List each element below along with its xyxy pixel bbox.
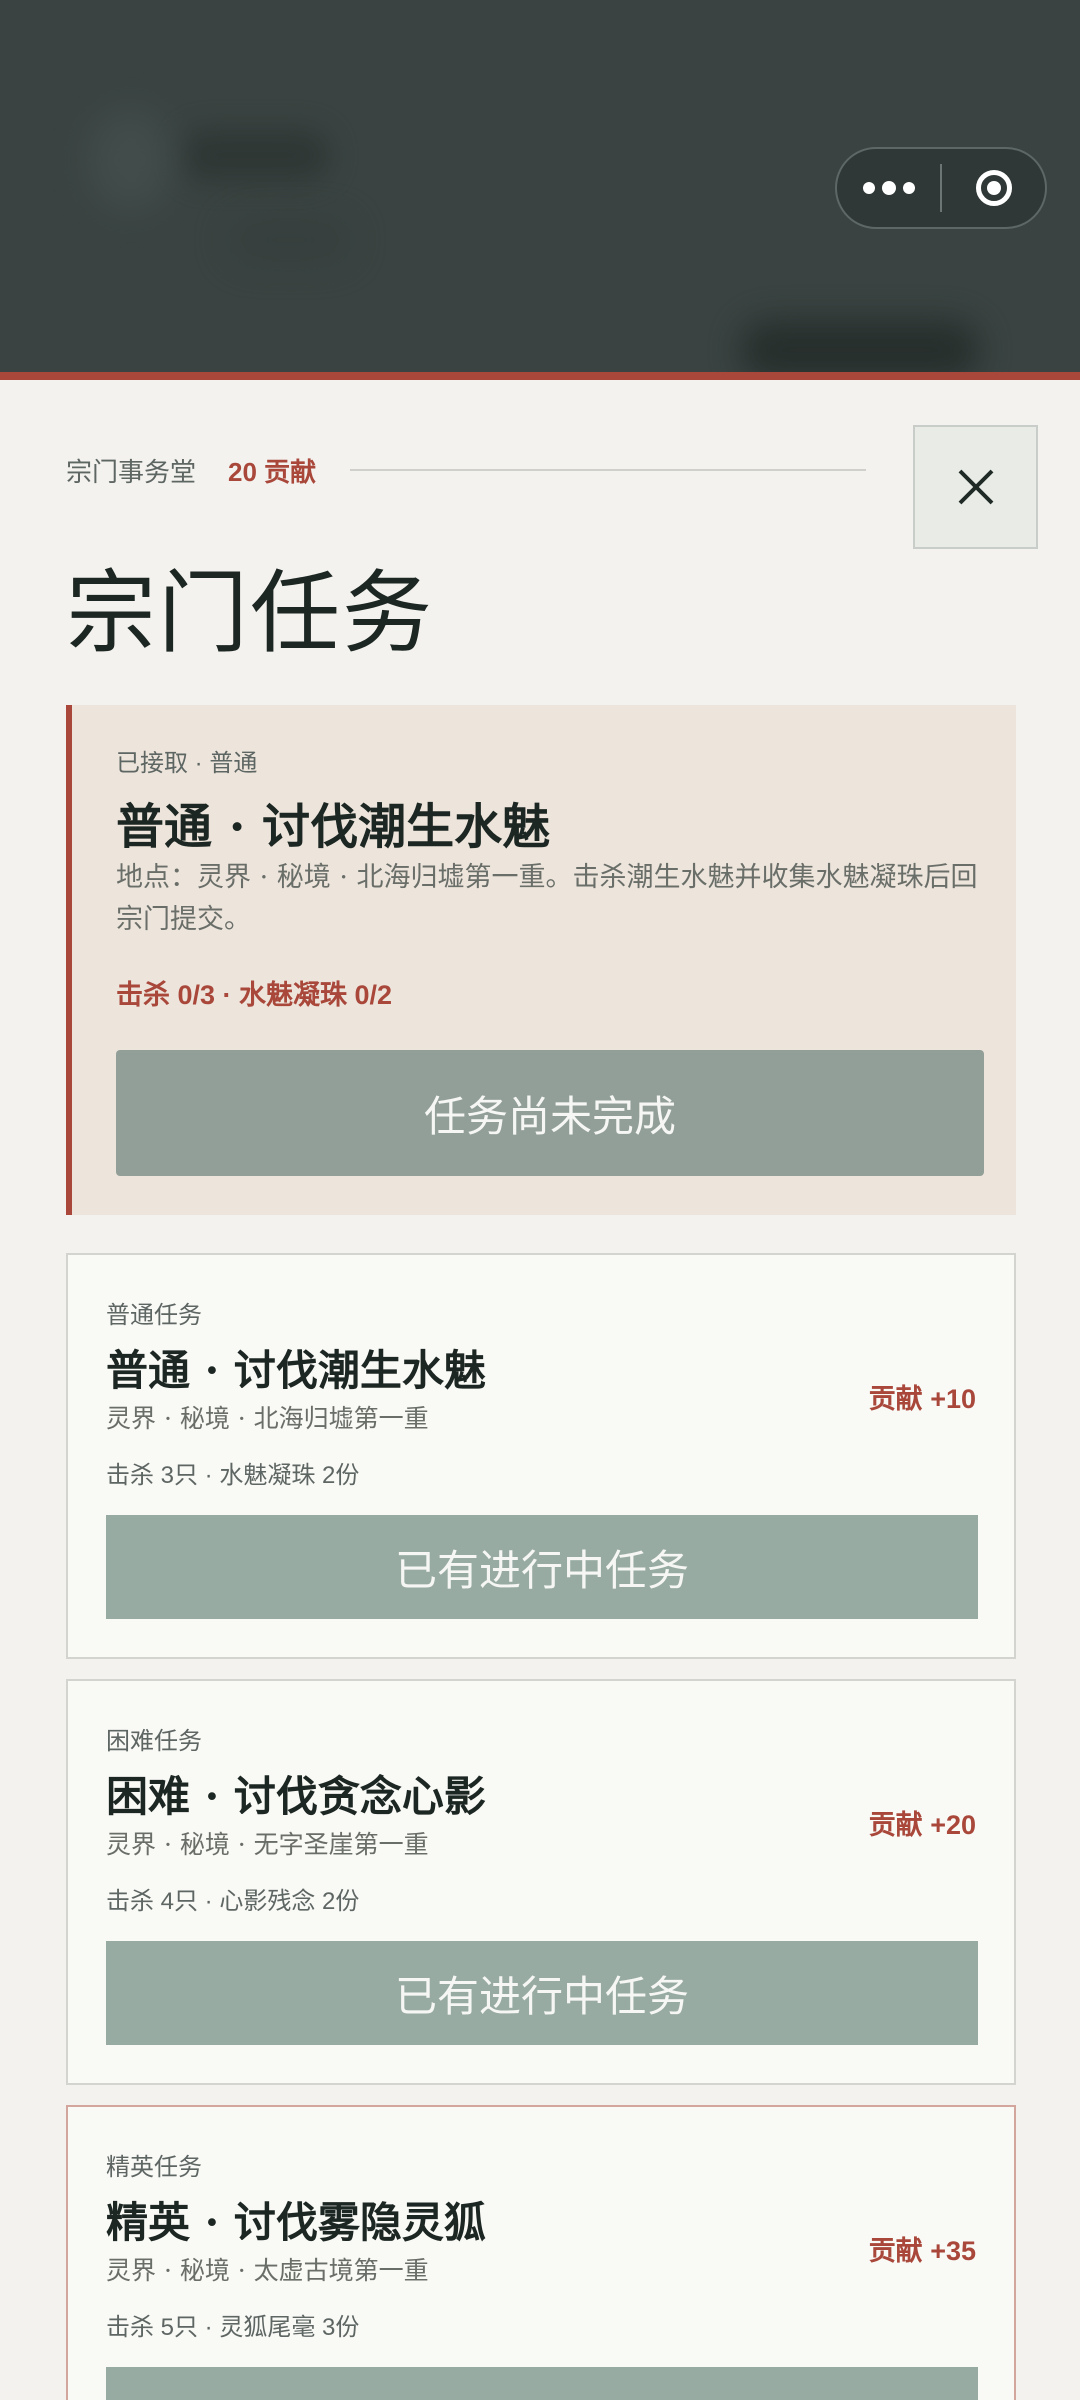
quest-location: 灵界 · 秘境 · 太虚古境第一重 <box>106 2256 429 2285</box>
quest-tier: 精英任务 <box>106 2154 202 2181</box>
quest-requirements: 击杀 4只 · 心影残念 2份 <box>106 1888 360 1915</box>
quest-name: 普通 · 讨伐潮生水魅 <box>106 1346 486 1395</box>
quest-tier: 普通任务 <box>106 1302 202 1329</box>
quest-requirements: 击杀 5只 · 灵狐尾毫 3份 <box>106 2314 360 2341</box>
quest-requirements: 击杀 3只 · 水魅凝珠 2份 <box>106 1462 360 1489</box>
office-label: 宗门事务堂 <box>66 456 197 487</box>
quest-card-normal: 普通任务 普通 · 讨伐潮生水魅 灵界 · 秘境 · 北海归墟第一重 击杀 3只… <box>66 1253 1016 1659</box>
active-quest-name: 普通 · 讨伐潮生水魅 <box>116 799 551 855</box>
active-quest-description: 地点：灵界 · 秘境 · 北海归墟第一重。击杀潮生水魅并收集水魅凝珠后回宗门提交… <box>116 862 978 935</box>
target-circle-icon[interactable] <box>942 170 1045 206</box>
quest-name: 困难 · 讨伐贪念心影 <box>106 1772 486 1821</box>
quest-card-elite: 精英任务 精英 · 讨伐雾隐灵狐 灵界 · 秘境 · 太虚古境第一重 击杀 5只… <box>66 2105 1016 2400</box>
active-quest-card: 已接取 · 普通 普通 · 讨伐潮生水魅 地点：灵界 · 秘境 · 北海归墟第一… <box>66 705 1016 1215</box>
sheet-header: 宗门事务堂 20 贡献 <box>66 450 866 490</box>
miniprogram-capsule <box>835 147 1047 229</box>
contribution-balance: 20 贡献 <box>228 456 317 487</box>
quest-card-hard: 困难任务 困难 · 讨伐贪念心影 灵界 · 秘境 · 无字圣崖第一重 击杀 4只… <box>66 1679 1016 2085</box>
screen: 宗门事务堂 20 贡献 宗门任务 已接取 · 普通 普通 · 讨伐潮生水魅 地点… <box>0 0 1080 2400</box>
active-quest-progress: 击杀 0/3 · 水魅凝珠 0/2 <box>116 980 393 1010</box>
accept-quest-button[interactable]: 已有进行中任务 <box>106 1941 978 2045</box>
accent-divider <box>0 372 1080 380</box>
quest-reward: 贡献 +35 <box>868 2236 976 2266</box>
quest-tier: 困难任务 <box>106 1728 202 1755</box>
page-title: 宗门任务 <box>66 561 434 666</box>
quest-reward: 贡献 +20 <box>868 1810 976 1840</box>
accept-quest-button[interactable]: 已有进行中任务 <box>106 2367 978 2400</box>
quest-name: 精英 · 讨伐雾隐灵狐 <box>106 2198 486 2247</box>
close-button[interactable] <box>913 425 1038 549</box>
header-rule <box>350 469 866 471</box>
active-quest-status: 已接取 · 普通 <box>116 750 258 777</box>
quest-location: 灵界 · 秘境 · 北海归墟第一重 <box>106 1404 429 1433</box>
accept-quest-button[interactable]: 已有进行中任务 <box>106 1515 978 1619</box>
quest-location: 灵界 · 秘境 · 无字圣崖第一重 <box>106 1830 429 1859</box>
close-icon <box>958 469 993 505</box>
submit-quest-button[interactable]: 任务尚未完成 <box>116 1050 984 1176</box>
quest-reward: 贡献 +10 <box>868 1384 976 1414</box>
more-dots-icon[interactable] <box>837 181 940 195</box>
quest-sheet: 宗门事务堂 20 贡献 宗门任务 已接取 · 普通 普通 · 讨伐潮生水魅 地点… <box>0 380 1080 2400</box>
